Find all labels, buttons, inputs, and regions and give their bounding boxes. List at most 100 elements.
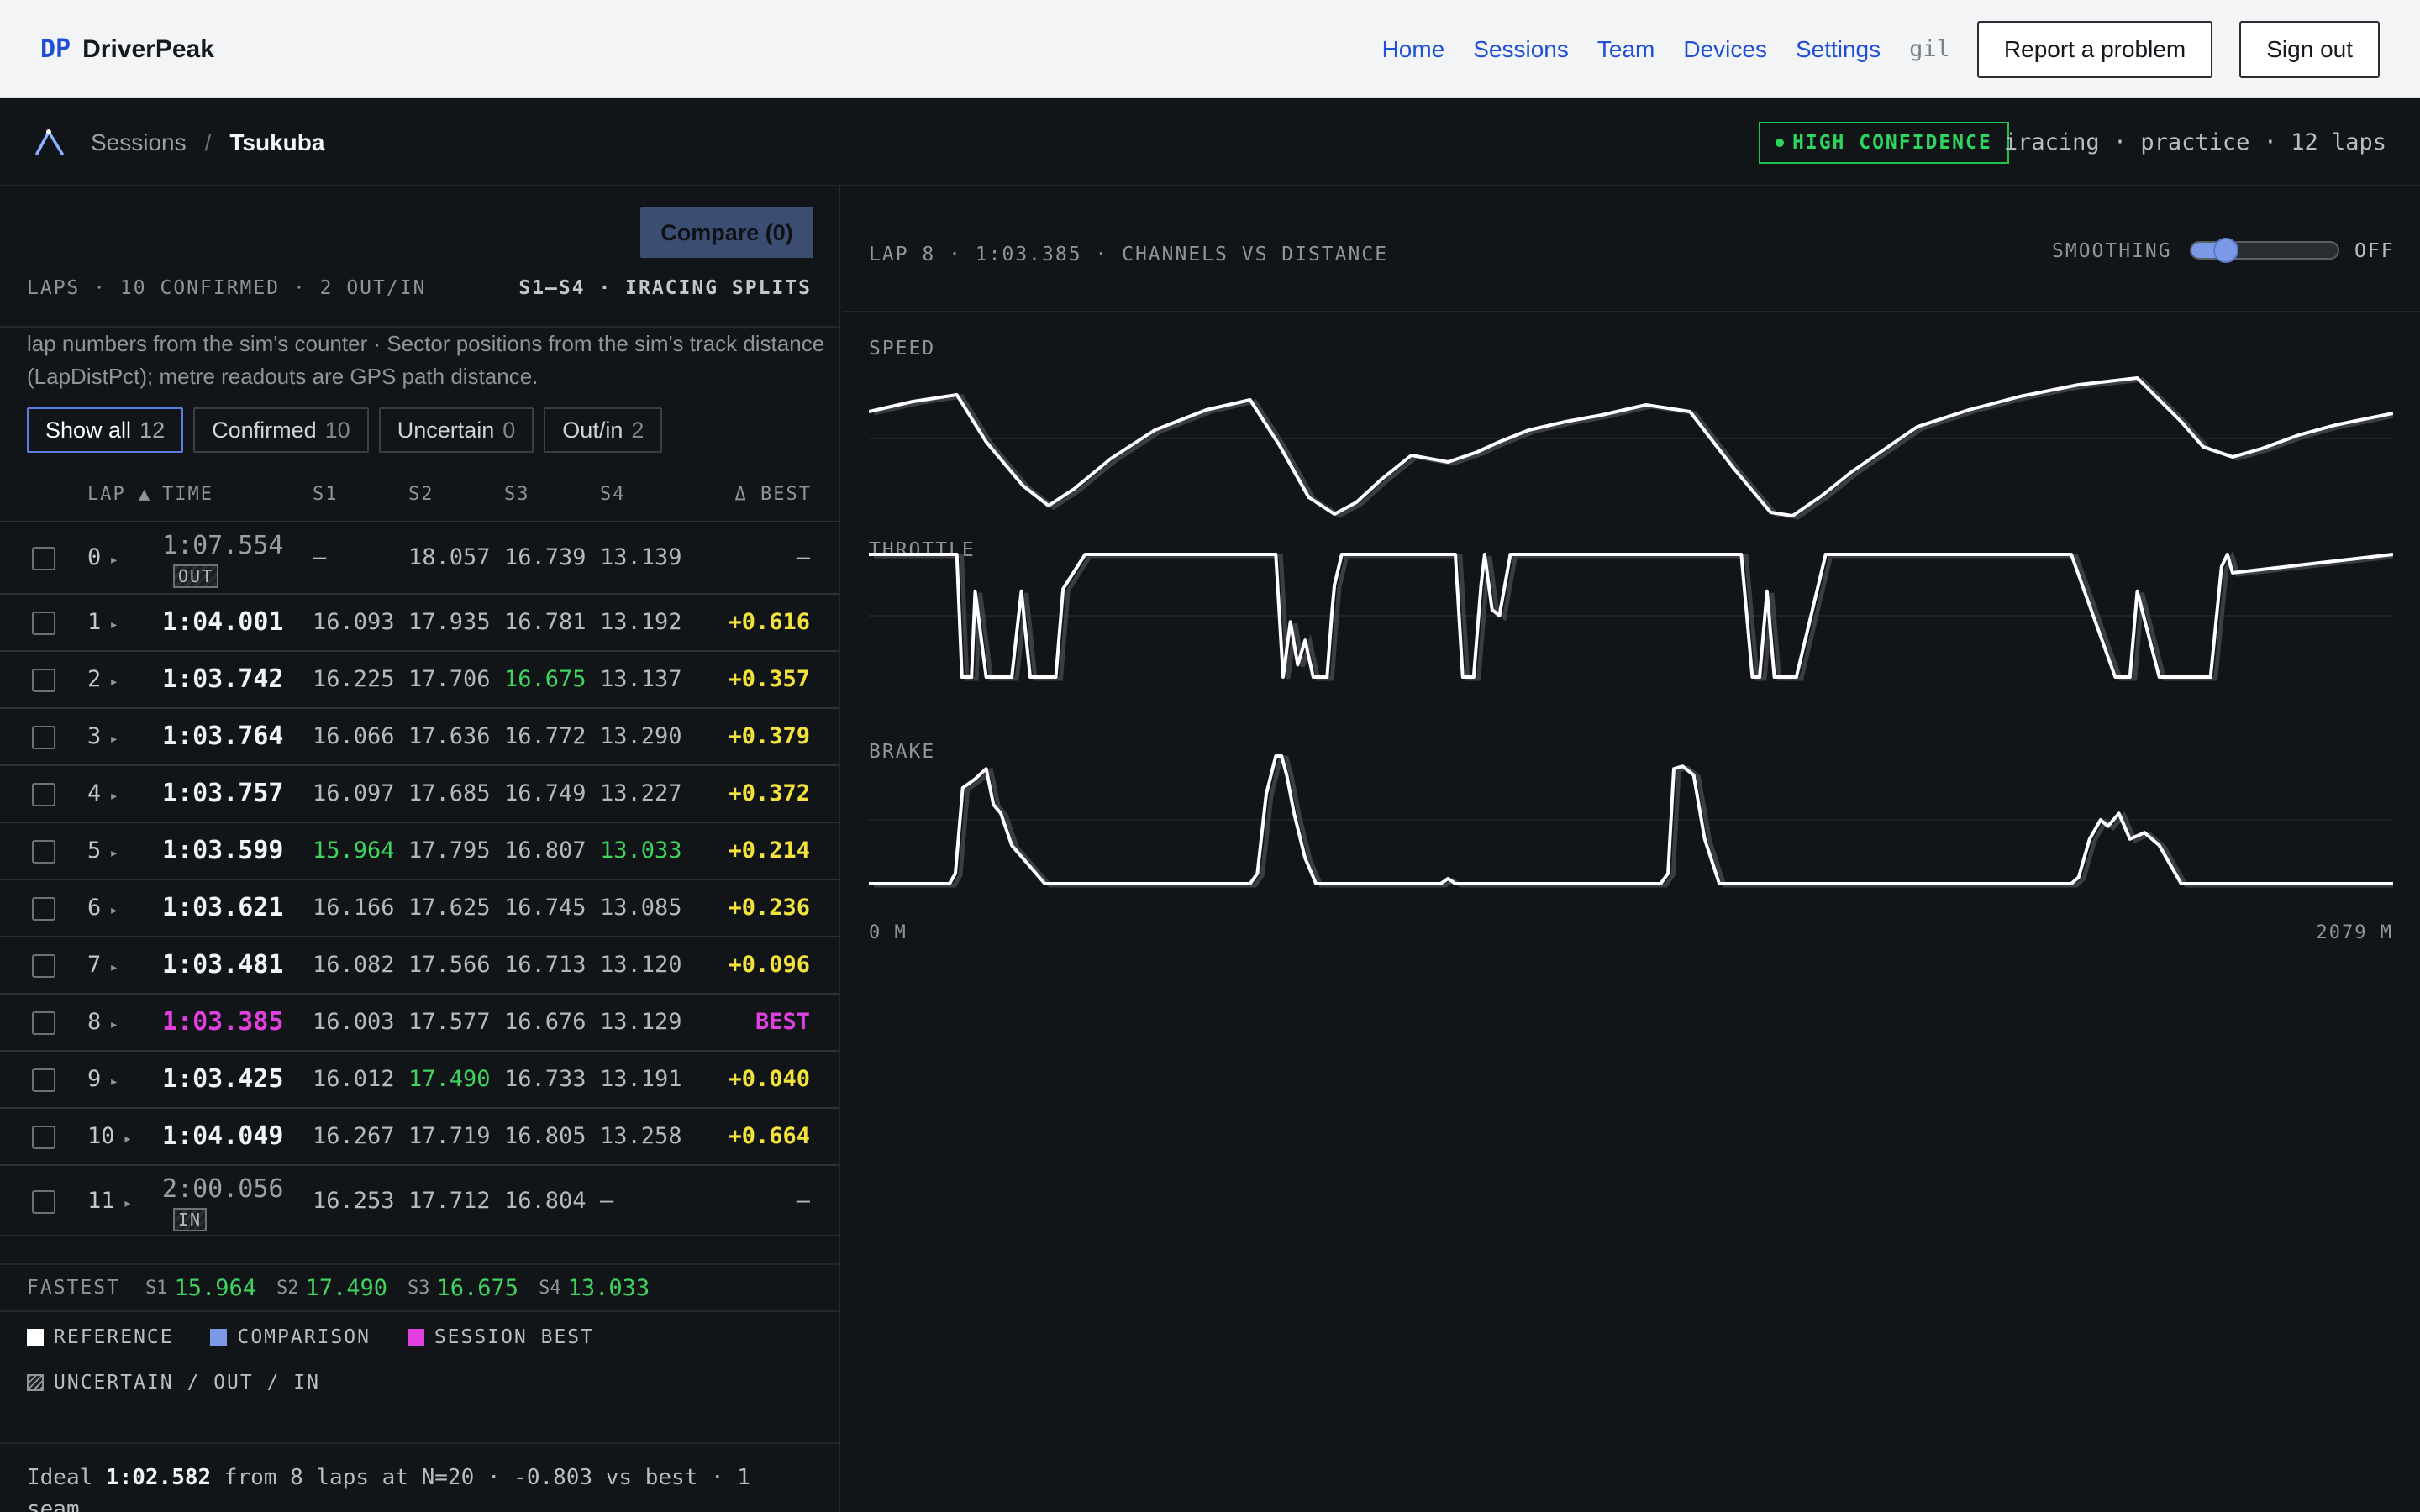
lap-select-checkbox[interactable] <box>32 612 55 635</box>
expand-caret-icon[interactable]: ▸ <box>124 1194 133 1212</box>
expand-caret-icon[interactable]: ▸ <box>109 901 118 919</box>
nav-settings-link[interactable]: Settings <box>1796 36 1881 63</box>
lap-select-checkbox[interactable] <box>32 547 55 570</box>
filter-uncertain[interactable]: Uncertain 0 <box>378 407 534 453</box>
peak-logo-icon[interactable] <box>34 125 67 159</box>
filter-show-all[interactable]: Show all 12 <box>27 407 184 453</box>
fastest-s4-key: S4 <box>539 1277 561 1299</box>
laps-panel: Compare (0) LAPS · 10 CONFIRMED · 2 OUT/… <box>0 186 840 1512</box>
lap-number-text: 0 <box>87 544 102 570</box>
sector-s4: 13.120 <box>600 952 682 978</box>
nav-team-link[interactable]: Team <box>1597 36 1655 63</box>
col-time[interactable]: TIME <box>162 484 213 505</box>
laps-table-body: 0 ▸ 1:07.554 OUT —18.057 16.739 13.139—1 ▸ 1:04.… <box>0 521 839 1236</box>
expand-caret-icon[interactable]: ▸ <box>109 730 118 748</box>
sector-s4: 13.227 <box>600 780 682 806</box>
legend-uncertain: UNCERTAIN / OUT / IN <box>27 1370 320 1395</box>
lap-number: 7 ▸ <box>87 952 118 978</box>
sector-s2: 17.795 <box>408 837 491 864</box>
filter-out-in[interactable]: Out/in 2 <box>544 407 663 453</box>
lap-row[interactable]: 1 ▸ 1:04.001 16.093 17.935 16.781 13.192 +0.616 <box>0 593 839 650</box>
sector-s4: 13.137 <box>600 666 682 692</box>
lap-select-checkbox[interactable] <box>32 783 55 806</box>
lap-filters: Show all 12 Confirmed 10 Uncertain 0 Out… <box>27 407 663 453</box>
fastest-s1-value: 15.964 <box>174 1274 256 1301</box>
lap-number: 11 ▸ <box>87 1188 132 1214</box>
filter-confirmed[interactable]: Confirmed 10 <box>193 407 369 453</box>
expand-caret-icon[interactable]: ▸ <box>124 1130 133 1147</box>
sector-s4: 13.192 <box>600 609 682 635</box>
nav-devices-link[interactable]: Devices <box>1683 36 1767 63</box>
ideal-time: 1:02.582 <box>105 1465 212 1490</box>
lap-select-checkbox[interactable] <box>32 954 55 978</box>
delta-best: +0.096 <box>728 952 810 978</box>
col-s3[interactable]: S3 <box>504 484 530 505</box>
divider <box>842 311 2420 312</box>
filter-count: 10 <box>324 417 350 443</box>
comparison-swatch-icon <box>210 1329 228 1346</box>
lap-select-checkbox[interactable] <box>32 1126 55 1149</box>
lap-row[interactable]: 10 ▸ 1:04.049 16.267 17.719 16.805 13.258 +0.66… <box>0 1107 839 1164</box>
lap-row[interactable]: 3 ▸ 1:03.764 16.066 17.636 16.772 13.290 +0.379 <box>0 707 839 764</box>
expand-caret-icon[interactable]: ▸ <box>109 958 118 976</box>
lap-select-checkbox[interactable] <box>32 669 55 692</box>
sector-s3: 16.781 <box>504 609 587 635</box>
legend-session-best: SESSION BEST <box>407 1325 594 1350</box>
compare-button[interactable]: Compare (0) <box>640 207 813 258</box>
lap-row[interactable]: 6 ▸ 1:03.621 16.166 17.625 16.745 13.085 +0.236 <box>0 879 839 936</box>
lap-row[interactable]: 9 ▸ 1:03.425 16.012 17.490 16.733 13.191 +0.040 <box>0 1050 839 1107</box>
lap-time: 1:04.001 <box>162 607 284 637</box>
sector-s3: 16.807 <box>504 837 587 864</box>
nav-home-link[interactable]: Home <box>1382 36 1445 63</box>
sector-s3: 16.749 <box>504 780 587 806</box>
lap-row[interactable]: 5 ▸ 1:03.599 15.964 17.795 16.807 13.033 +0.214 <box>0 822 839 879</box>
expand-caret-icon[interactable]: ▸ <box>109 551 118 569</box>
lap-row[interactable]: 2 ▸ 1:03.742 16.225 17.706 16.675 13.137 +0.357 <box>0 650 839 707</box>
delta-best: — <box>796 1188 810 1214</box>
filter-label: Uncertain <box>397 417 495 443</box>
lap-select-checkbox[interactable] <box>32 1068 55 1092</box>
sector-s4: 13.085 <box>600 895 682 921</box>
filter-label: Out/in <box>562 417 623 443</box>
col-lap-sort[interactable]: LAP ▲ <box>87 484 151 505</box>
col-s1[interactable]: S1 <box>313 484 339 505</box>
col-s4[interactable]: S4 <box>600 484 626 505</box>
lap-row[interactable]: 11 ▸ 2:00.056 IN 16.253 17.712 16.804 — — <box>0 1164 839 1236</box>
smoothing-handle[interactable] <box>2213 238 2238 263</box>
sector-s1: 16.093 <box>313 609 395 635</box>
lap-select-checkbox[interactable] <box>32 1190 55 1214</box>
splits-source: S1–S4 · IRACING SPLITS <box>518 277 812 299</box>
lap-time: 1:03.599 <box>162 836 284 865</box>
expand-caret-icon[interactable]: ▸ <box>109 1016 118 1033</box>
col-delta-best[interactable]: Δ BEST <box>735 484 812 505</box>
expand-caret-icon[interactable]: ▸ <box>109 844 118 862</box>
nav-sessions-link[interactable]: Sessions <box>1473 36 1569 63</box>
lap-row[interactable]: 0 ▸ 1:07.554 OUT —18.057 16.739 13.139— <box>0 521 839 593</box>
sector-s2: 17.566 <box>408 952 491 978</box>
lap-row[interactable]: 7 ▸ 1:03.481 16.082 17.566 16.713 13.120 +0.096 <box>0 936 839 993</box>
sign-out-button[interactable]: Sign out <box>2239 20 2380 78</box>
brand[interactable]: DP DriverPeak <box>40 0 214 98</box>
expand-caret-icon[interactable]: ▸ <box>109 1073 118 1090</box>
col-s2[interactable]: S2 <box>408 484 434 505</box>
report-problem-button[interactable]: Report a problem <box>1976 20 2213 78</box>
lap-select-checkbox[interactable] <box>32 726 55 749</box>
nav-username: gil <box>1909 36 1950 62</box>
throttle-comparison-trace <box>874 549 2393 681</box>
channels-chart[interactable] <box>869 338 2393 1110</box>
lap-row[interactable]: 8 ▸ 1:03.385 16.003 17.577 16.676 13.129 BEST <box>0 993 839 1050</box>
expand-caret-icon[interactable]: ▸ <box>109 673 118 690</box>
sector-s2: 17.625 <box>408 895 491 921</box>
delta-best: BEST <box>755 1009 810 1035</box>
lap-select-checkbox[interactable] <box>32 1011 55 1035</box>
delta-best: +0.040 <box>728 1066 810 1092</box>
lap-row[interactable]: 4 ▸ 1:03.757 16.097 17.685 16.749 13.227 +0.372 <box>0 764 839 822</box>
smoothing-slider[interactable] <box>2190 238 2339 263</box>
breadcrumb-sessions-link[interactable]: Sessions <box>91 129 187 156</box>
sector-s4: 13.258 <box>600 1123 682 1149</box>
expand-caret-icon[interactable]: ▸ <box>109 787 118 805</box>
sector-s4: 13.191 <box>600 1066 682 1092</box>
lap-select-checkbox[interactable] <box>32 840 55 864</box>
lap-select-checkbox[interactable] <box>32 897 55 921</box>
expand-caret-icon[interactable]: ▸ <box>109 616 118 633</box>
